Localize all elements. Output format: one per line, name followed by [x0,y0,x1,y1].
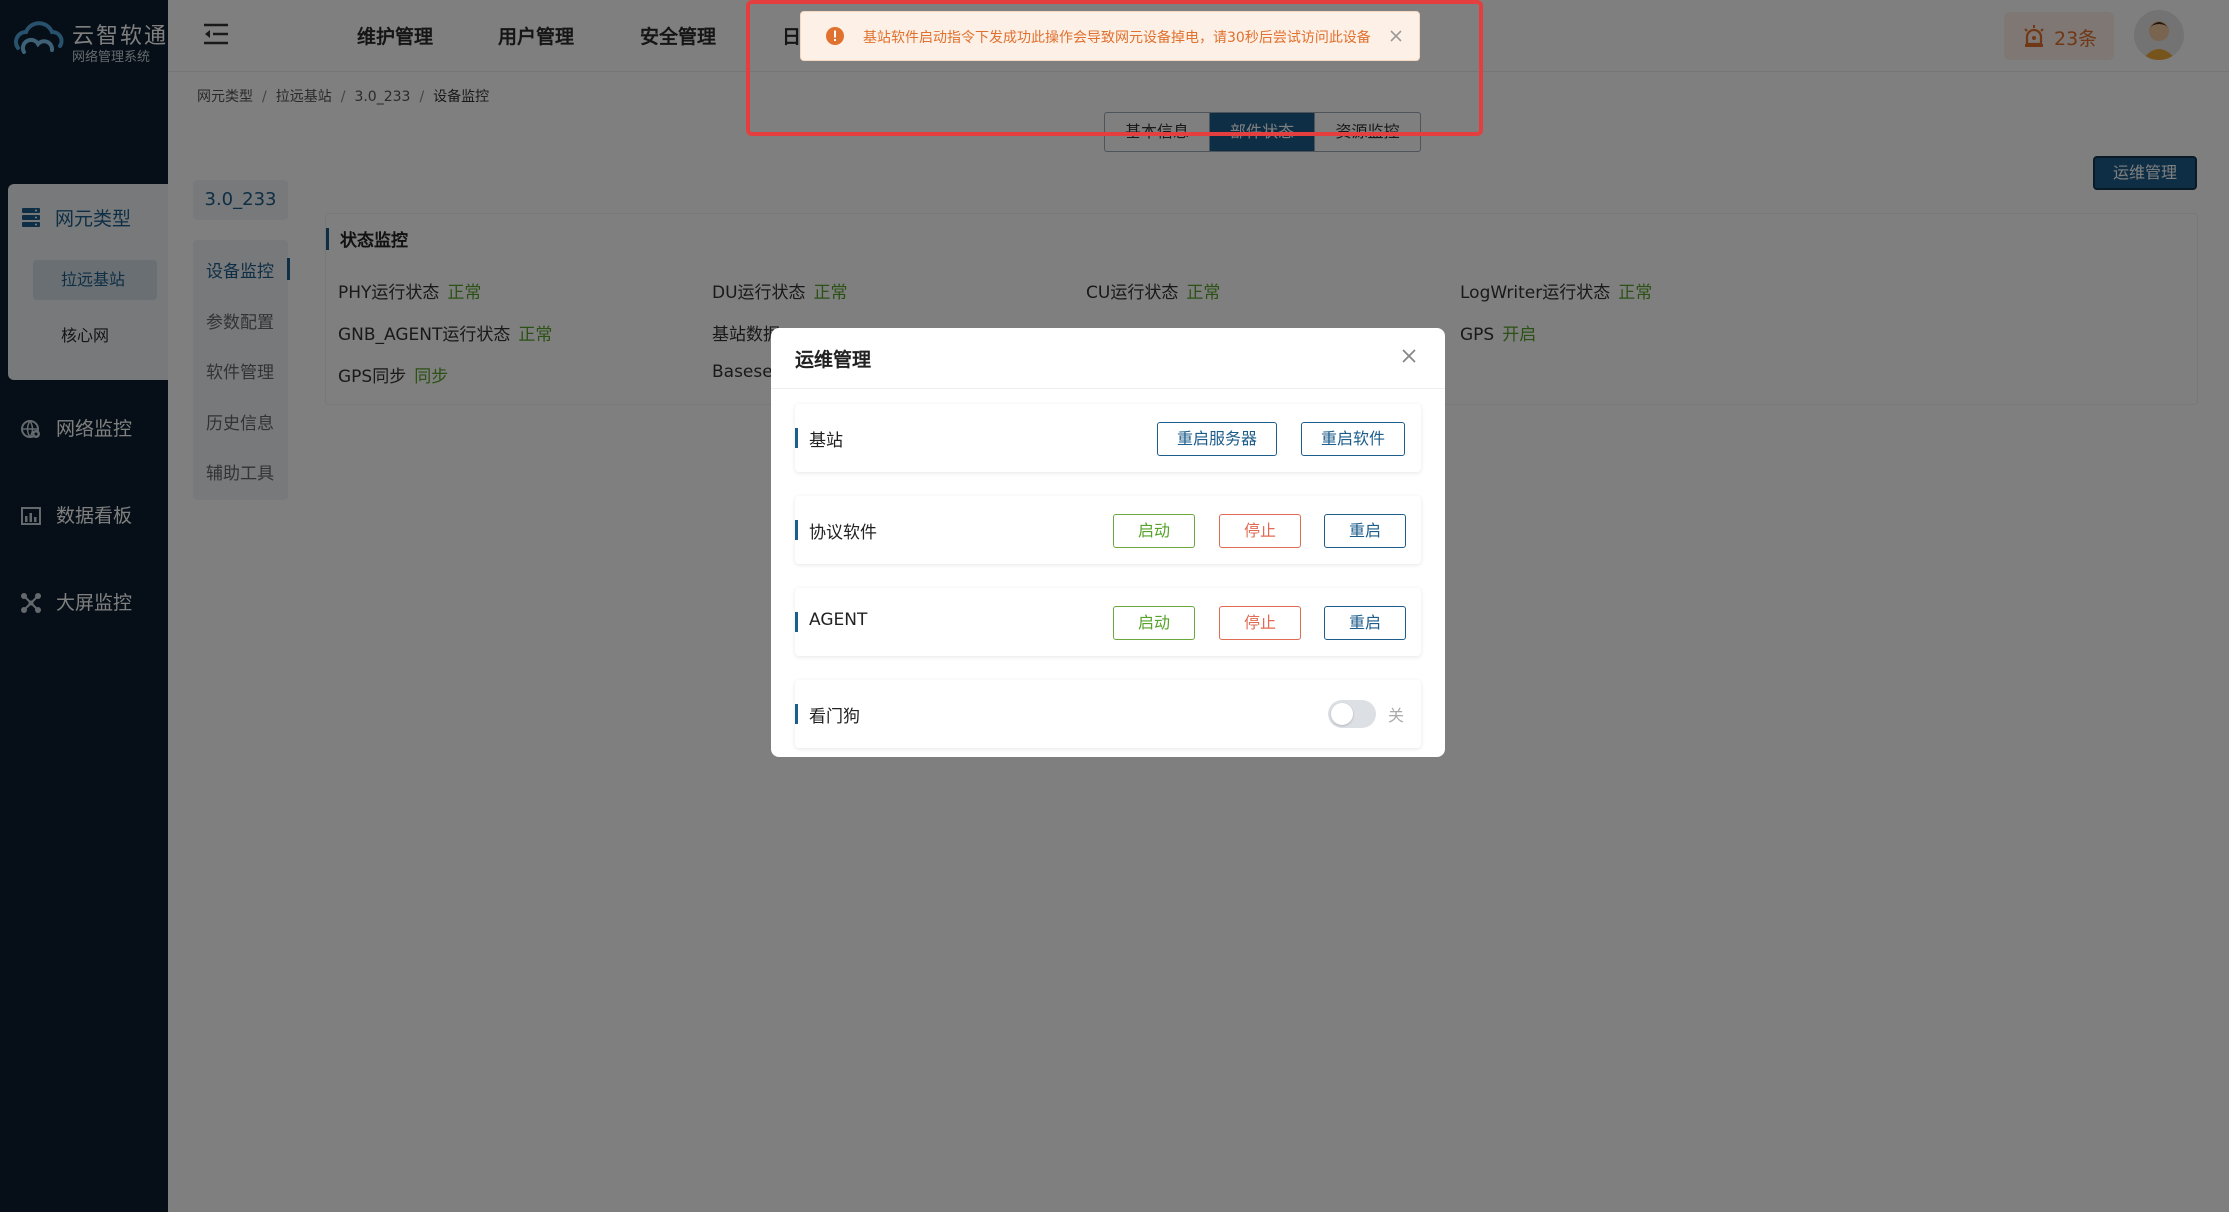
toast-message: 基站软件启动指令下发成功此操作会导致网元设备掉电，请30秒后尝试访问此设备 [863,30,1371,46]
row-base-station: 基站 重启服务器 重启软件 [795,404,1421,472]
row-agent: AGENT 启动 停止 重启 [795,588,1421,656]
ops-management-modal: 运维管理 基站 重启服务器 重启软件 协议软件 启动 停止 重启 AGENT 启… [771,328,1445,757]
watchdog-toggle-label: 关 [1388,706,1405,725]
close-icon[interactable] [1399,346,1419,366]
restart-software-button[interactable]: 重启软件 [1301,422,1405,456]
warning-toast: 基站软件启动指令下发成功此操作会导致网元设备掉电，请30秒后尝试访问此设备 [800,11,1420,61]
row-label: 基站 [809,431,843,451]
restart-server-button[interactable]: 重启服务器 [1157,422,1277,456]
agent-restart-button[interactable]: 重启 [1324,606,1406,640]
modal-title: 运维管理 [795,349,872,371]
protocol-stop-button[interactable]: 停止 [1219,514,1301,548]
row-protocol-software: 协议软件 启动 停止 重启 [795,496,1421,564]
protocol-start-button[interactable]: 启动 [1113,514,1195,548]
row-watchdog: 看门狗 关 [795,680,1421,748]
close-icon[interactable] [1388,28,1404,44]
row-label: 协议软件 [809,523,877,543]
divider [771,388,1445,389]
row-bar [795,704,798,724]
warning-icon [826,27,844,45]
row-label: AGENT [809,610,868,630]
row-bar [795,428,798,448]
watchdog-toggle[interactable] [1328,700,1376,728]
row-label: 看门狗 [809,707,860,727]
protocol-restart-button[interactable]: 重启 [1324,514,1406,548]
row-bar [795,520,798,540]
toggle-knob [1331,703,1353,725]
agent-start-button[interactable]: 启动 [1113,606,1195,640]
row-bar [795,612,798,632]
agent-stop-button[interactable]: 停止 [1219,606,1301,640]
